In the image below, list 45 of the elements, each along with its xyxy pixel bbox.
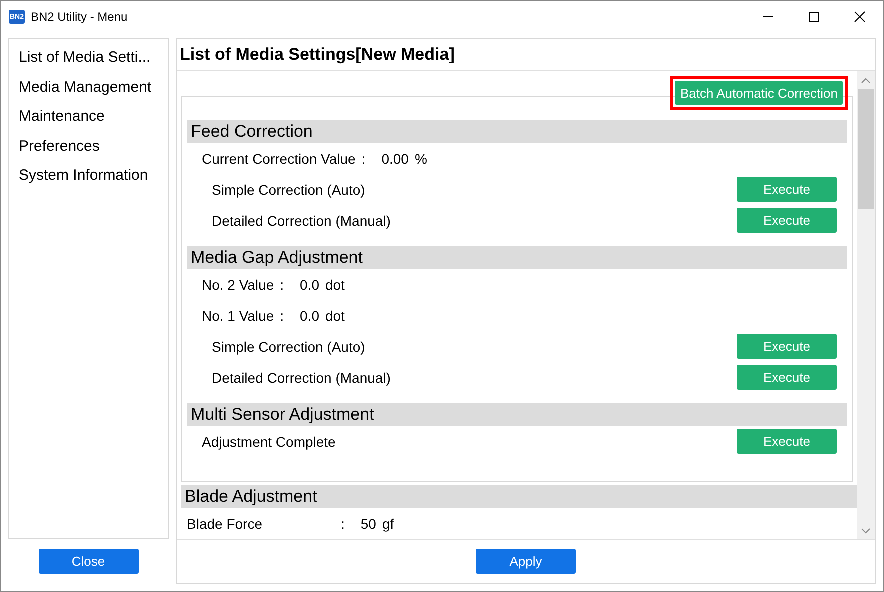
status-text: Adjustment Complete	[202, 434, 336, 450]
field-label: No. 1 Value	[202, 308, 274, 324]
field-label: Blade Force	[187, 516, 264, 532]
sidebar-item[interactable]: System Information	[9, 161, 168, 190]
colon-text: :	[362, 150, 366, 166]
field-value: 0.0	[300, 308, 320, 324]
colon-text: :	[280, 308, 284, 324]
close-button[interactable]: Close	[38, 549, 138, 574]
batch-correction-button[interactable]: Batch Automatic Correction	[675, 81, 843, 105]
section-header: Media Gap Adjustment	[187, 246, 847, 269]
correction-label: Detailed Correction (Manual)	[212, 370, 391, 386]
section-header: Feed Correction	[187, 120, 847, 143]
scroll-up-icon	[861, 77, 871, 85]
scroll-thumb[interactable]	[858, 89, 874, 209]
correction-label: Detailed Correction (Manual)	[212, 212, 391, 228]
correction-label: Simple Correction (Auto)	[212, 182, 366, 198]
field-value: 0.0	[300, 276, 320, 292]
panel-title: List of Media Settings[New Media]	[177, 39, 875, 71]
apply-button[interactable]: Apply	[476, 549, 576, 574]
field-value: 50	[360, 516, 376, 532]
unit-text: %	[414, 150, 428, 166]
close-icon	[854, 11, 866, 23]
execute-button[interactable]: Execute	[737, 208, 837, 233]
correction-label: Simple Correction (Auto)	[212, 338, 366, 354]
execute-button[interactable]: Execute	[737, 334, 837, 359]
unit-text: dot	[325, 276, 345, 292]
maximize-icon	[808, 11, 820, 23]
sidebar-item[interactable]: Media Management	[9, 72, 168, 102]
colon-text: :	[280, 276, 284, 292]
sidebar-item[interactable]: List of Media Setti...	[9, 43, 168, 72]
window-title: BN2 Utility - Menu	[31, 10, 128, 24]
field-label: No. 2 Value	[202, 276, 274, 292]
section-header: Multi Sensor Adjustment	[187, 403, 847, 426]
field-label: Current Correction Value	[202, 150, 356, 166]
sidebar-item[interactable]: Maintenance	[9, 102, 168, 132]
section-header: Blade Adjustment	[181, 485, 857, 508]
execute-button[interactable]: Execute	[737, 365, 837, 390]
execute-button[interactable]: Execute	[737, 429, 837, 454]
field-value: 0.00	[382, 150, 409, 166]
unit-text: dot	[325, 308, 345, 324]
sidebar-item[interactable]: Preferences	[9, 132, 168, 161]
colon-text: :	[341, 516, 345, 532]
scroll-down-icon	[861, 527, 871, 535]
unit-text: gf	[382, 516, 394, 532]
execute-button[interactable]: Execute	[737, 177, 837, 202]
